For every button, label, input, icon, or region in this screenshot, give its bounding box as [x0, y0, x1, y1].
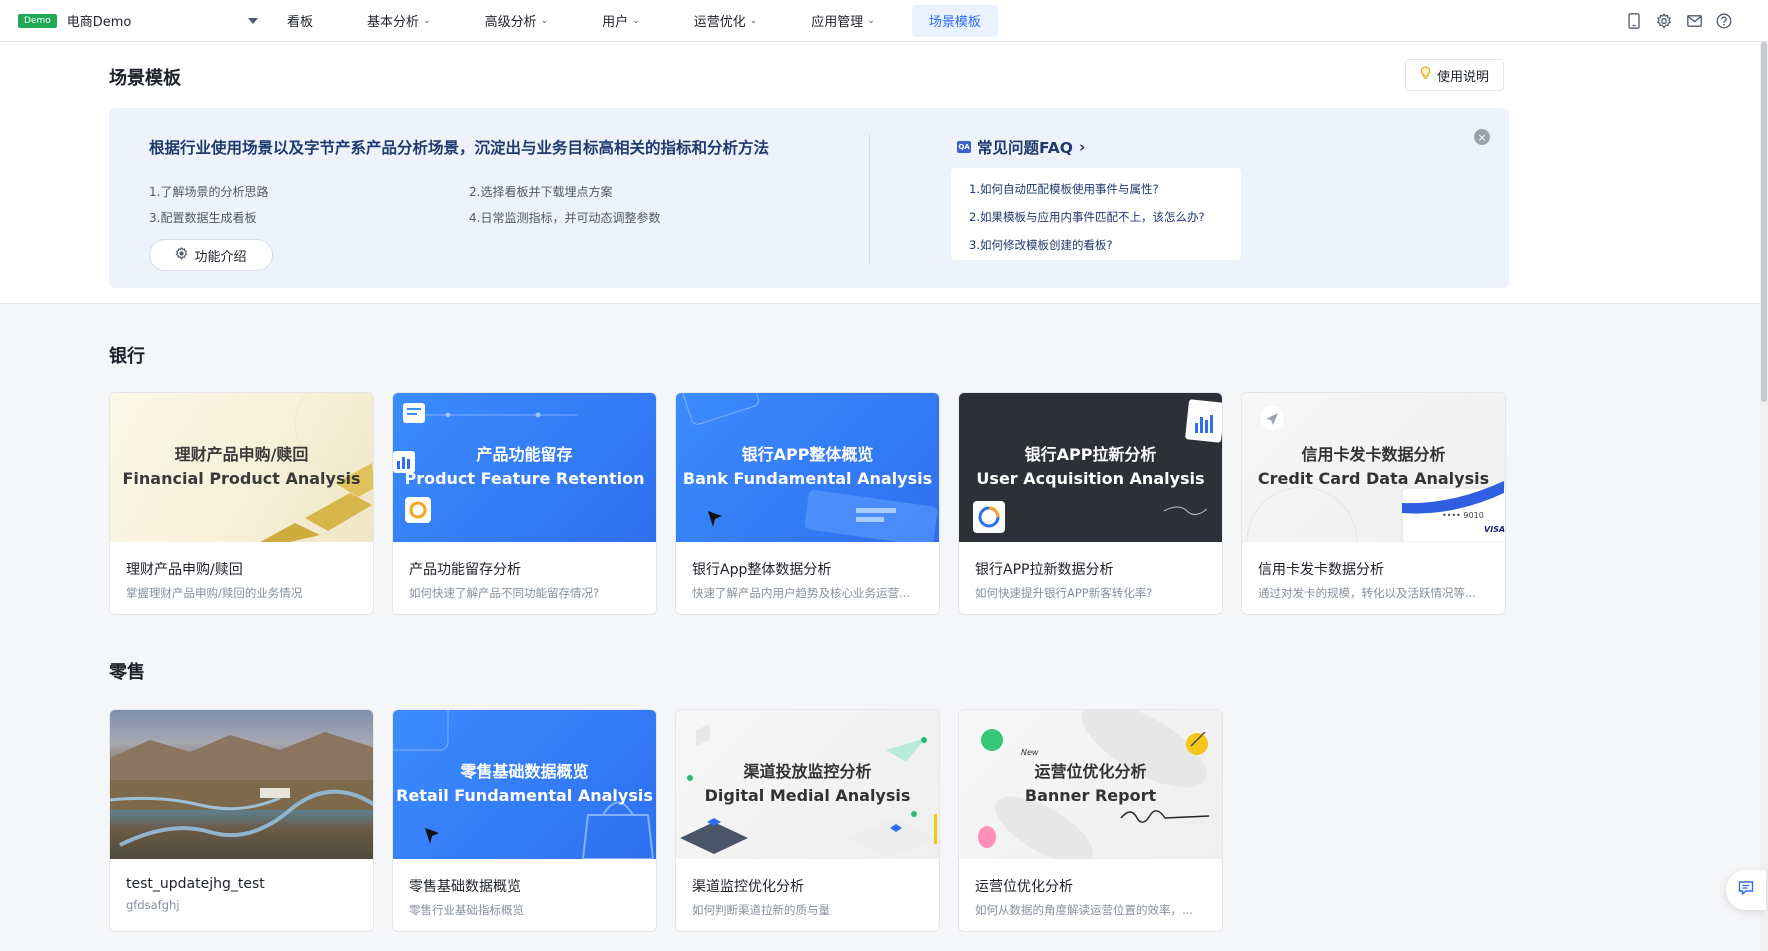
template-card[interactable]: 银行APP整体概览 Bank Fundamental Analysis 银行Ap…: [675, 392, 940, 615]
faq-item[interactable]: 1.如何自动匹配模板使用事件与属性?: [969, 178, 1223, 206]
section-title-retail: 零售: [109, 662, 145, 683]
card-cover: 银行APP拉新分析 User Acquisition Analysis: [959, 393, 1222, 542]
card-digits: •••• 9010: [1442, 511, 1484, 520]
card-desc: 通过对发卡的规模，转化以及活跃情况等...: [1258, 586, 1476, 600]
card-title: 渠道监控优化分析: [692, 879, 804, 895]
card-cover: [110, 710, 373, 859]
faq-link[interactable]: QA 常见问题FAQ ›: [957, 136, 1085, 158]
cover-text: 理财产品申购/赎回 Financial Product Analysis: [122, 445, 361, 488]
cover-text: 银行APP整体概览 Bank Fundamental Analysis: [682, 445, 933, 488]
card-cover: 理财产品申购/赎回 Financial Product Analysis: [110, 393, 373, 542]
template-card[interactable]: New 运营位优化分析 Banner Report 运营位优化分析 如何从数据的…: [958, 709, 1223, 932]
gear-icon: [175, 246, 188, 264]
card-title: 零售基础数据概览: [409, 879, 521, 895]
card-title: 理财产品申购/赎回: [126, 562, 243, 578]
app-name: 电商Demo: [66, 15, 132, 30]
chat-icon: [1738, 880, 1754, 900]
template-card[interactable]: 零售基础数据概览 Retail Fundamental Analysis 零售基…: [392, 709, 657, 932]
intro-banner: 根据行业使用场景以及字节产系产品分析场景，沉淀出与业务目标高相关的指标和分析方法…: [109, 108, 1509, 288]
nav-item-advanced-analysis[interactable]: 高级分析 ⌄: [468, 5, 566, 37]
card-desc: 掌握理财产品申购/赎回的业务情况: [126, 586, 303, 600]
card-title: 产品功能留存分析: [409, 562, 521, 578]
page-scrollbar[interactable]: [1760, 42, 1768, 951]
banner-divider: [869, 134, 870, 264]
nav-item-users[interactable]: 用户 ⌄: [585, 5, 657, 37]
card-cover: 产品功能留存 Product Feature Retention: [393, 393, 656, 542]
banner-step-4: 4.日常监测指标，并可动态调整参数: [469, 211, 661, 225]
chevron-right-icon: ›: [1078, 138, 1086, 156]
template-card[interactable]: •••• 9010 VISA 信用卡发卡数据分析 Credit Card Dat…: [1241, 392, 1506, 615]
chevron-down-icon: ⌄: [749, 15, 758, 26]
main-nav: 看板 基本分析 ⌄ 高级分析 ⌄ 用户 ⌄ 运营优化 ⌄ 应用管理 ⌄ 场景模板: [270, 0, 1018, 41]
nav-item-basic-analysis[interactable]: 基本分析 ⌄: [350, 5, 448, 37]
faq-list: 1.如何自动匹配模板使用事件与属性? 2.如果模板与应用内事件匹配不上，该怎么办…: [951, 168, 1241, 260]
card-cover: 渠道投放监控分析 Digital Medial Analysis: [676, 710, 939, 859]
scroll-thumb[interactable]: [1761, 42, 1767, 402]
gear-icon[interactable]: [1656, 13, 1672, 29]
banner-step-1: 1.了解场景的分析思路: [149, 185, 269, 199]
card-title: test_updatejhg_test: [126, 876, 265, 892]
mobile-icon[interactable]: [1626, 13, 1642, 29]
nav-item-app-management[interactable]: 应用管理 ⌄: [794, 5, 892, 37]
feedback-chat-button[interactable]: [1726, 870, 1766, 910]
cover-text: 信用卡发卡数据分析 Credit Card Data Analysis: [1257, 445, 1490, 488]
cover-text: 渠道投放监控分析 Digital Medial Analysis: [704, 762, 911, 805]
chevron-down-icon: ⌄: [632, 15, 640, 26]
template-card[interactable]: test_updatejhg_test gfdsafghj: [109, 709, 374, 932]
faq-item[interactable]: 3.如何修改模板创建的看板?: [969, 234, 1223, 262]
nav-item-operations[interactable]: 运营优化 ⌄: [677, 5, 775, 37]
qa-icon: QA: [957, 141, 971, 153]
cover-text: 银行APP拉新分析 User Acquisition Analysis: [976, 445, 1205, 488]
feature-intro-button[interactable]: 功能介绍: [149, 239, 273, 271]
card-desc: 如何快速了解产品不同功能留存情况?: [409, 586, 600, 600]
card-desc: 快速了解产品内用户趋势及核心业务运营...: [692, 586, 910, 600]
close-icon[interactable]: ×: [1474, 129, 1490, 145]
nav-item-scene-templates[interactable]: 场景模板: [911, 4, 998, 37]
template-card[interactable]: 渠道投放监控分析 Digital Medial Analysis 渠道监控优化分…: [675, 709, 940, 932]
card-title: 运营位优化分析: [975, 879, 1073, 895]
nav-item-dashboard[interactable]: 看板: [270, 5, 330, 37]
page-header: 场景模板 使用说明 根据行业使用场景以及字节产系产品分析场景，沉淀出与业务目标高…: [0, 42, 1760, 304]
faq-item[interactable]: 2.如果模板与应用内事件匹配不上，该怎么办?: [969, 206, 1223, 234]
chevron-down-icon: ⌄: [540, 15, 549, 26]
help-circle-icon[interactable]: [1716, 13, 1732, 29]
card-desc: 如何快速提升银行APP新客转化率?: [975, 586, 1153, 600]
card-title: 信用卡发卡数据分析: [1258, 562, 1384, 578]
banner-step-2: 2.选择看板并下载埋点方案: [469, 185, 613, 199]
top-icon-group: [1626, 0, 1732, 42]
card-desc: gfdsafghj: [126, 898, 180, 912]
visa-logo: VISA: [1484, 525, 1505, 534]
card-title: 银行APP拉新数据分析: [975, 562, 1114, 578]
demo-badge: Demo: [18, 13, 57, 28]
landscape-image: [110, 732, 373, 847]
card-cover: •••• 9010 VISA 信用卡发卡数据分析 Credit Card Dat…: [1242, 393, 1505, 542]
cover-text: 运营位优化分析 Banner Report: [1024, 762, 1157, 805]
template-card[interactable]: 银行APP拉新分析 User Acquisition Analysis 银行AP…: [958, 392, 1223, 615]
section-title-bank: 银行: [109, 346, 145, 367]
mail-icon[interactable]: [1686, 13, 1702, 29]
card-desc: 零售行业基础指标概览: [409, 903, 524, 917]
cover-text: 产品功能留存 Product Feature Retention: [404, 445, 645, 488]
lightbulb-icon: [1420, 66, 1431, 84]
top-navbar: Demo 电商Demo 看板 基本分析 ⌄ 高级分析 ⌄ 用户 ⌄ 运营优化 ⌄ 应用管…: [0, 0, 1768, 42]
card-title: 银行App整体数据分析: [692, 562, 832, 578]
template-card[interactable]: 理财产品申购/赎回 Financial Product Analysis 理财产…: [109, 392, 374, 615]
banner-title: 根据行业使用场景以及字节产系产品分析场景，沉淀出与业务目标高相关的指标和分析方法: [149, 139, 770, 157]
card-desc: 如何从数据的角度解读运营位置的效率，...: [975, 903, 1193, 917]
chevron-down-icon: ⌄: [867, 15, 875, 26]
new-sticker: New: [1021, 748, 1039, 757]
page-title: 场景模板: [109, 68, 181, 89]
chevron-down-icon: ⌄: [423, 15, 431, 26]
card-cover: 零售基础数据概览 Retail Fundamental Analysis: [393, 710, 656, 859]
app-switcher[interactable]: Demo 电商Demo: [0, 0, 270, 41]
banner-step-3: 3.配置数据生成看板: [149, 211, 257, 225]
card-desc: 如何判断渠道拉新的质与量: [692, 903, 830, 917]
card-cover: New 运营位优化分析 Banner Report: [959, 710, 1222, 859]
usage-guide-button[interactable]: 使用说明: [1405, 59, 1505, 91]
cover-text: 零售基础数据概览 Retail Fundamental Analysis: [396, 762, 653, 805]
card-cover: 银行APP整体概览 Bank Fundamental Analysis: [676, 393, 939, 542]
caret-down-icon[interactable]: [248, 17, 258, 24]
template-card[interactable]: 产品功能留存 Product Feature Retention 产品功能留存分…: [392, 392, 657, 615]
